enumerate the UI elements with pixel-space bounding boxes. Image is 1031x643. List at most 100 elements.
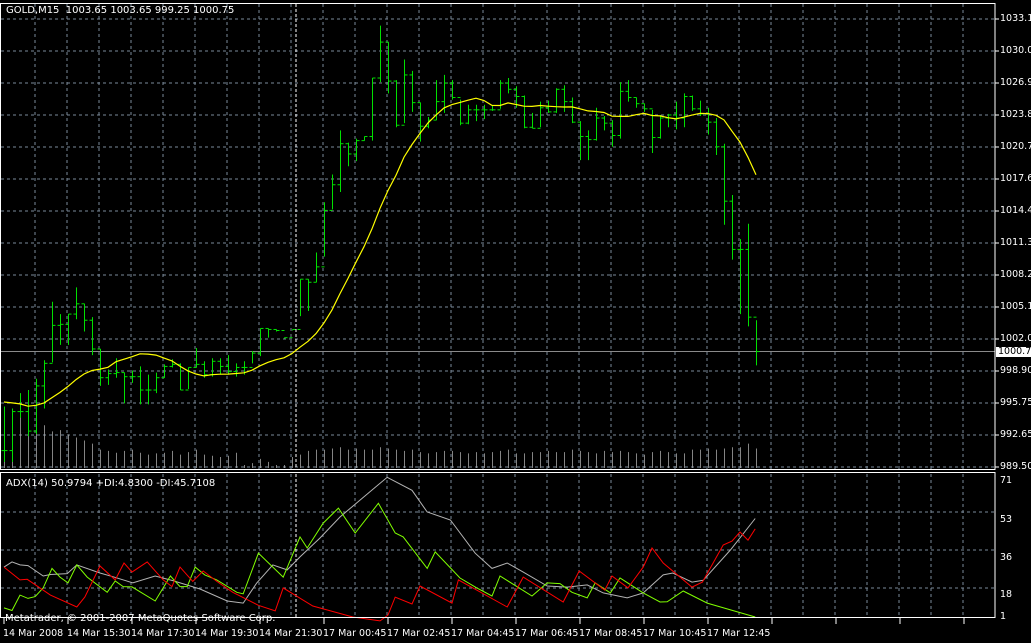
ohlc-bar [713, 118, 720, 155]
ohlc-bar [505, 78, 512, 94]
ohlc-bar [721, 143, 728, 225]
price-tick-label: 1026.95 [1000, 77, 1031, 88]
ohlc-bar [305, 278, 312, 311]
price-tick-label: 1017.60 [1000, 173, 1031, 184]
chart-canvas[interactable] [0, 0, 1031, 643]
time-tick-label: 14 Mar 2008 [3, 628, 64, 639]
ohlc-bar [737, 239, 744, 315]
ohlc-bar [1, 406, 8, 462]
ohlc-bar [521, 95, 528, 129]
ohlc-bar [265, 327, 272, 338]
ohlc-bar [409, 70, 416, 112]
ohlc-bar [321, 202, 328, 268]
ohlc-bar [401, 59, 408, 126]
ohlc-bar [369, 77, 376, 141]
ohlc-bar [553, 88, 560, 113]
ohlc-bar [129, 370, 136, 383]
ohlc-bar [465, 104, 472, 125]
time-tick-label: 17 Mar 10:45 [643, 628, 707, 639]
ohlc-bar [297, 278, 304, 330]
ohlc-bar [81, 303, 88, 332]
ohlc-bar [57, 314, 64, 345]
time-tick-label: 17 Mar 00:45 [323, 628, 387, 639]
ohlc-bar [217, 358, 224, 375]
ohlc-bar [281, 329, 288, 339]
adx-label: ADX(14) 50.9794 +DI:4.8300 -DI:45.7108 [6, 478, 216, 489]
ohlc-bar [449, 80, 456, 100]
price-bars [1, 25, 760, 462]
ohlc-bar [705, 107, 712, 135]
time-tick-label: 14 Mar 19:30 [195, 628, 259, 639]
main-panel-border [0, 3, 996, 470]
ohlc-bar [25, 390, 32, 437]
ohlc-bar [473, 104, 480, 122]
ohlc-bar [489, 105, 496, 111]
ohlc-bar [73, 287, 80, 320]
ohlc-bar [345, 142, 352, 167]
price-tick-label: 1014.45 [1000, 205, 1031, 216]
ohlc-bar [569, 97, 576, 124]
ohlc-bar [273, 328, 280, 332]
ohlc-bar [577, 121, 584, 161]
ohlc-bar [49, 301, 56, 364]
indicator-panel-border [0, 472, 996, 618]
ohlc-bar [225, 355, 232, 375]
copyright-label: Metatrader, © 2001-2007 MetaQuotes Softw… [5, 613, 276, 624]
ohlc-bar [609, 120, 616, 147]
time-tick-label: 17 Mar 12:45 [707, 628, 771, 639]
adx-tick-label: 71 [1000, 475, 1013, 486]
chart-header: GOLD,M15 1003.65 1003.65 999.25 1000.75 [6, 5, 234, 16]
ohlc-bar [249, 351, 256, 368]
ohlc-bar [161, 364, 168, 379]
adx-tick-label: 1 [1000, 611, 1007, 622]
current-price-tag: 1000.75 [996, 346, 1031, 357]
ohlc-bar [313, 252, 320, 283]
ohlc-bar [617, 82, 624, 139]
ohlc-bar [65, 313, 72, 345]
time-tick-label: 17 Mar 02:45 [387, 628, 451, 639]
ohlc-bar [89, 317, 96, 356]
price-tick-label: 989.50 [1000, 461, 1031, 472]
ohlc-bar [17, 393, 24, 418]
ohlc-bar [385, 41, 392, 94]
ohlc-bar [33, 378, 40, 435]
time-tick-label: 17 Mar 04:45 [451, 628, 515, 639]
ohlc-label: 1003.65 1003.65 999.25 1000.75 [65, 5, 235, 16]
time-tick-label: 14 Mar 17:30 [131, 628, 195, 639]
price-tick-label: 1030.05 [1000, 45, 1031, 56]
ohlc-bar [561, 85, 568, 112]
time-tick-label: 14 Mar 15:30 [67, 628, 131, 639]
adx-tick-label: 36 [1000, 552, 1013, 563]
ohlc-bar [753, 316, 760, 366]
grid [1, 4, 995, 617]
ohlc-bar [481, 104, 488, 120]
ohlc-bar [289, 328, 296, 339]
ohlc-bar [665, 113, 672, 128]
ohlc-bar [105, 369, 112, 385]
price-tick-label: 1011.35 [1000, 237, 1031, 248]
ohlc-bar [681, 93, 688, 128]
ohlc-bar [353, 138, 360, 162]
price-tick-label: 1020.70 [1000, 141, 1031, 152]
price-tick-label: 1005.10 [1000, 301, 1031, 312]
ohlc-bar [153, 372, 160, 394]
ohlc-bar [729, 195, 736, 260]
time-tick-label: 17 Mar 06:45 [515, 628, 579, 639]
time-tick-label: 17 Mar 08:45 [579, 628, 643, 639]
price-tick-label: 1002.00 [1000, 333, 1031, 344]
ohlc-bar [361, 136, 368, 142]
ohlc-bar [689, 95, 696, 111]
price-tick-label: 998.90 [1000, 365, 1031, 376]
price-tick-label: 1033.15 [1000, 13, 1031, 24]
ohlc-bar [641, 103, 648, 112]
price-tick-label: 992.65 [1000, 429, 1031, 440]
price-tick-label: 1008.25 [1000, 269, 1031, 280]
ohlc-bar [329, 174, 336, 211]
volume-bars [4, 410, 757, 468]
price-tick-label: 995.75 [1000, 397, 1031, 408]
adx-tick-label: 53 [1000, 514, 1013, 525]
ohlc-bar [97, 348, 104, 386]
chart-frame [0, 3, 999, 624]
ohlc-bar [593, 107, 600, 141]
ohlc-bar [393, 80, 400, 128]
